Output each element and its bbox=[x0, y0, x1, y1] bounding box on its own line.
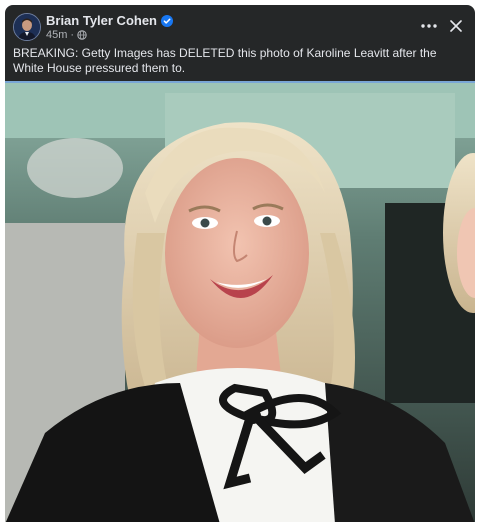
post-header: Brian Tyler Cohen 45m · bbox=[5, 5, 475, 47]
post-caption: BREAKING: Getty Images has DELETED this … bbox=[13, 46, 437, 75]
author-name-row: Brian Tyler Cohen bbox=[46, 13, 174, 28]
post-timestamp[interactable]: 45m bbox=[46, 29, 67, 41]
avatar-portrait bbox=[14, 14, 40, 40]
photo-illustration bbox=[5, 83, 475, 522]
close-icon bbox=[450, 20, 462, 32]
globe-icon[interactable] bbox=[77, 30, 87, 40]
post-card: Brian Tyler Cohen 45m · BREAKING: Getty … bbox=[5, 5, 475, 522]
post-meta: 45m · bbox=[46, 29, 87, 41]
close-button[interactable] bbox=[445, 15, 467, 37]
more-options-button[interactable] bbox=[418, 15, 440, 37]
screen: Brian Tyler Cohen 45m · BREAKING: Getty … bbox=[0, 0, 480, 522]
author-name[interactable]: Brian Tyler Cohen bbox=[46, 13, 157, 28]
post-photo[interactable] bbox=[5, 81, 475, 522]
avatar[interactable] bbox=[13, 13, 41, 41]
more-options-icon bbox=[421, 24, 437, 28]
verified-badge-icon bbox=[161, 14, 174, 27]
meta-separator: · bbox=[70, 29, 75, 41]
